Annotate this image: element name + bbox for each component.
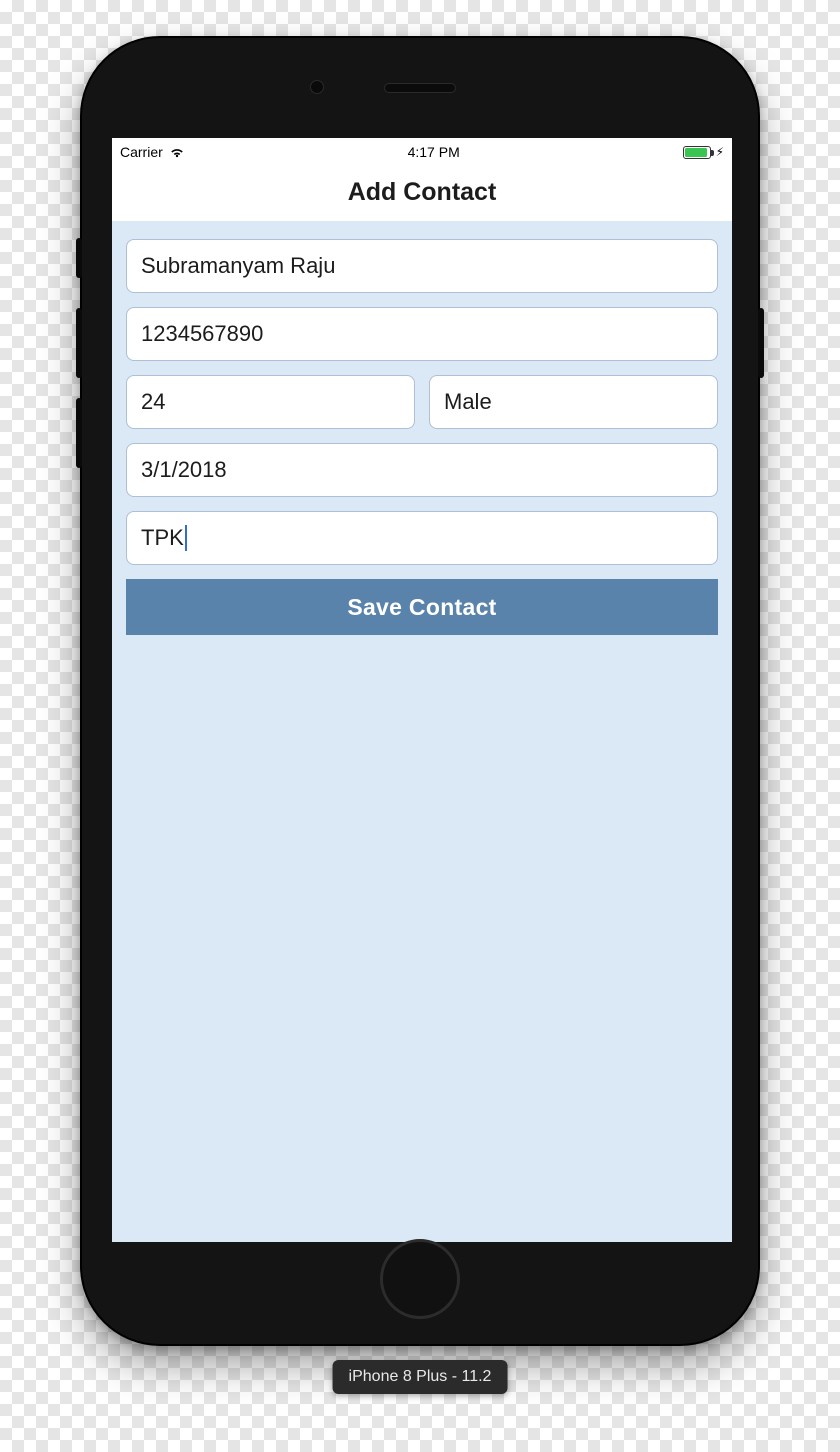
volume-up-button (76, 308, 82, 378)
name-value: Subramanyam Raju (141, 253, 335, 279)
location-field[interactable]: TPK (126, 511, 718, 565)
date-value: 3/1/2018 (141, 457, 227, 483)
status-bar: Carrier 4:17 PM ⚡︎ (112, 138, 732, 166)
age-field[interactable]: 24 (126, 375, 415, 429)
charging-icon: ⚡︎ (716, 145, 724, 159)
gender-value: Male (444, 389, 492, 415)
battery-icon (683, 146, 711, 159)
date-field[interactable]: 3/1/2018 (126, 443, 718, 497)
speaker-grille (384, 83, 456, 93)
gender-field[interactable]: Male (429, 375, 718, 429)
phone-device-frame: Carrier 4:17 PM ⚡︎ Add Contact Subramany… (80, 36, 760, 1346)
home-button[interactable] (380, 1239, 460, 1319)
phone-value: 1234567890 (141, 321, 263, 347)
location-value: TPK (141, 525, 184, 551)
age-value: 24 (141, 389, 165, 415)
form-container: Subramanyam Raju 1234567890 24 Male 3/1/… (112, 221, 732, 1242)
volume-down-button (76, 398, 82, 468)
silent-switch (76, 238, 82, 278)
front-camera (310, 80, 324, 94)
power-button (758, 308, 764, 378)
phone-screen: Carrier 4:17 PM ⚡︎ Add Contact Subramany… (112, 138, 732, 1242)
phone-field[interactable]: 1234567890 (126, 307, 718, 361)
page-title: Add Contact (112, 166, 732, 221)
name-field[interactable]: Subramanyam Raju (126, 239, 718, 293)
status-time: 4:17 PM (185, 144, 683, 160)
wifi-icon (169, 146, 185, 158)
text-cursor (185, 525, 187, 551)
save-contact-button[interactable]: Save Contact (126, 579, 718, 635)
carrier-label: Carrier (120, 144, 163, 160)
simulator-device-badge: iPhone 8 Plus - 11.2 (333, 1360, 508, 1394)
